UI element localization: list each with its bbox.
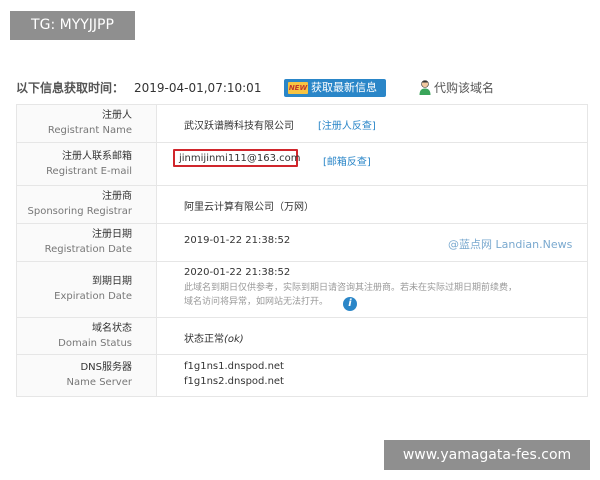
row-label: 注册人 Registrant Name bbox=[17, 105, 157, 142]
row-label: 到期日期 Expiration Date bbox=[17, 262, 157, 317]
row-value: jinmijinmi111@163.com [邮箱反查] bbox=[169, 143, 579, 185]
email-reverse-lookup-link[interactable]: [邮箱反查] bbox=[323, 153, 371, 168]
name-server-1-value: f1g1ns1.dnspod.net bbox=[184, 361, 284, 372]
label-cn: 注册人 bbox=[102, 110, 132, 121]
registrar-value: 阿里云计算有限公司（万网） bbox=[184, 202, 314, 213]
row-value: 2020-01-22 21:38:52 此域名到期日仅供参考，实际到期日请咨询其… bbox=[169, 262, 579, 317]
label-en: Registrant E-mail bbox=[46, 165, 132, 177]
label-cn: 到期日期 bbox=[92, 276, 132, 287]
label-en: Registration Date bbox=[44, 244, 132, 255]
refresh-button-label: 获取最新信息 bbox=[311, 81, 377, 94]
table-row: 注册人 Registrant Name 武汉跃谱腾科技有限公司 [注册人反查] bbox=[17, 105, 587, 143]
row-label: 注册人联系邮箱 Registrant E-mail bbox=[17, 143, 157, 185]
row-value: f1g1ns1.dnspod.net f1g1ns2.dnspod.net bbox=[169, 355, 579, 396]
domain-status-text: 状态正常 bbox=[184, 334, 224, 345]
table-row: 注册人联系邮箱 Registrant E-mail jinmijinmi111@… bbox=[17, 143, 587, 186]
registrant-email-value: jinmijinmi111@163.com bbox=[179, 153, 301, 164]
row-value: 武汉跃谱腾科技有限公司 [注册人反查] bbox=[169, 105, 579, 142]
label-en: Expiration Date bbox=[54, 291, 132, 302]
agent-purchase-label: 代购该域名 bbox=[434, 81, 495, 95]
name-server-2-value: f1g1ns2.dnspod.net bbox=[184, 376, 284, 387]
label-cn: 注册日期 bbox=[92, 229, 132, 240]
label-cn: 注册商 bbox=[102, 191, 132, 202]
label-cn: 域名状态 bbox=[92, 322, 132, 334]
label-cn: DNS服务器 bbox=[80, 362, 132, 373]
table-row: 到期日期 Expiration Date 2020-01-22 21:38:52… bbox=[17, 262, 587, 318]
domain-status-value: 状态正常(ok) bbox=[184, 330, 244, 345]
info-icon[interactable]: i bbox=[343, 297, 357, 311]
label-cn: 注册人联系邮箱 bbox=[62, 150, 132, 162]
label-en: Domain Status bbox=[58, 337, 132, 349]
watermark-text: @蓝点网 Landian.News bbox=[448, 238, 573, 251]
row-label: 域名状态 Domain Status bbox=[17, 318, 157, 354]
row-label: 注册日期 Registration Date bbox=[17, 224, 157, 261]
row-value: 状态正常(ok) bbox=[169, 318, 579, 354]
expiration-note-line2: 域名访问将异常，如网站无法打开。 bbox=[184, 297, 329, 307]
tg-tag: TG: MYYJJPP bbox=[10, 11, 135, 40]
domain-status-code: (ok) bbox=[224, 334, 244, 345]
user-icon bbox=[419, 80, 431, 95]
row-value: 阿里云计算有限公司（万网） bbox=[169, 186, 579, 223]
source-watermark: @蓝点网 Landian.News bbox=[448, 236, 572, 252]
fetch-time-label: 以下信息获取时间： bbox=[16, 81, 125, 95]
table-row: 域名状态 Domain Status 状态正常(ok) bbox=[17, 318, 587, 355]
expiration-note-line1: 此域名到期日仅供参考，实际到期日请咨询其注册商。若未在实际过期日期前续费， bbox=[184, 283, 518, 293]
new-badge-icon: NEW bbox=[288, 82, 308, 94]
label-en: Registrant Name bbox=[47, 125, 132, 136]
row-label: 注册商 Sponsoring Registrar bbox=[17, 186, 157, 223]
label-en: Sponsoring Registrar bbox=[27, 206, 133, 217]
label-en: Name Server bbox=[66, 377, 132, 388]
table-row: 注册商 Sponsoring Registrar 阿里云计算有限公司（万网） bbox=[17, 186, 587, 224]
registrant-name-value: 武汉跃谱腾科技有限公司 bbox=[184, 121, 294, 132]
registrant-reverse-lookup-link[interactable]: [注册人反查] bbox=[318, 117, 376, 132]
row-label: DNS服务器 Name Server bbox=[17, 355, 157, 396]
refresh-button[interactable]: NEW 获取最新信息 bbox=[284, 79, 386, 97]
fetch-time-value: 2019-04-01,07:10:01 bbox=[134, 81, 262, 95]
agent-purchase-link[interactable]: 代购该域名 bbox=[418, 78, 494, 98]
expiration-date-value: 2020-01-22 21:38:52 bbox=[184, 267, 291, 278]
table-row: DNS服务器 Name Server f1g1ns1.dnspod.net f1… bbox=[17, 355, 587, 396]
site-tag: www.yamagata-fes.com bbox=[384, 440, 590, 470]
registration-date-value: 2019-01-22 21:38:52 bbox=[184, 235, 291, 246]
info-header: 以下信息获取时间： 2019-04-01,07:10:01 NEW 获取最新信息 … bbox=[16, 78, 590, 98]
